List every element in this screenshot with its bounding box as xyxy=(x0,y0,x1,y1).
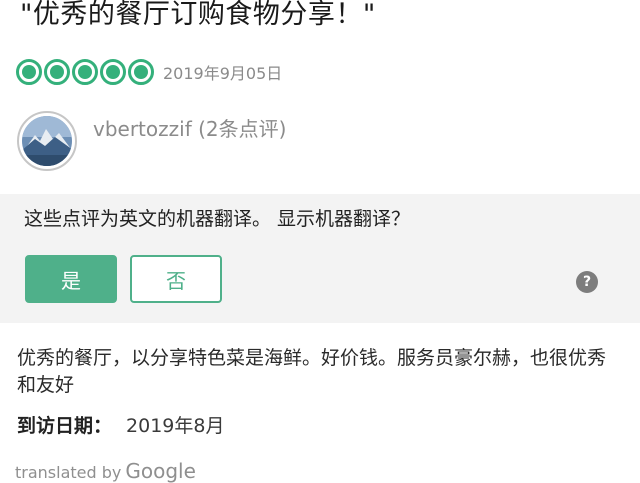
question-mark-icon[interactable]: ? xyxy=(576,271,598,293)
translated-by-text: translated by xyxy=(15,463,122,482)
yes-button[interactable]: 是 xyxy=(25,255,117,303)
rating-bubbles xyxy=(16,59,154,85)
review-body: 优秀的餐厅，以分享特色菜是海鲜。好价钱。服务员豪尔赫，也很优秀和友好 xyxy=(17,347,607,396)
rating-bubble-icon xyxy=(100,59,126,85)
translation-attribution: translated by Google xyxy=(15,459,196,483)
rating-bubble-icon xyxy=(72,59,98,85)
visit-date-value: 2019年8月 xyxy=(126,415,225,437)
translation-prompt-panel: 这些点评为英文的机器翻译。 显示机器翻译？ 是 否 ? xyxy=(0,194,640,323)
visit-date-row: 到访日期： 2019年8月 xyxy=(17,411,224,438)
rating-bubble-icon xyxy=(16,59,42,85)
rating-row: 2019年9月05日 xyxy=(16,56,282,88)
rating-bubble-icon xyxy=(128,59,154,85)
translation-question: 这些点评为英文的机器翻译。 显示机器翻译？ xyxy=(24,208,411,230)
reviewer-name[interactable]: vbertozzif (2条点评) xyxy=(93,113,286,142)
google-logo: Google xyxy=(125,459,196,483)
rating-bubble-icon xyxy=(44,59,70,85)
avatar-image xyxy=(22,116,72,166)
review-title: "优秀的餐厅订购食物分享！" xyxy=(20,0,376,30)
no-button[interactable]: 否 xyxy=(130,255,222,303)
avatar[interactable] xyxy=(17,111,77,171)
reviewer-avatar-wrap[interactable] xyxy=(17,111,77,171)
review-date: 2019年9月05日 xyxy=(163,64,283,83)
visit-date-label: 到访日期： xyxy=(17,415,113,437)
